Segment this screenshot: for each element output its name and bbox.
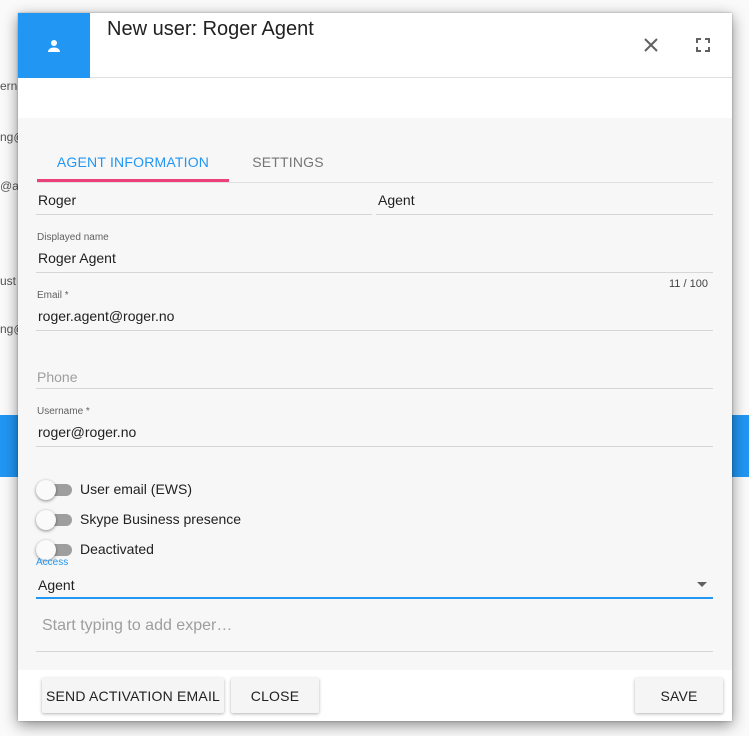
username-label: Username * bbox=[37, 406, 90, 417]
toggle-label: User email (EWS) bbox=[80, 481, 193, 497]
email-field[interactable]: Email * roger.agent@roger.no bbox=[36, 289, 713, 331]
expertise-input[interactable] bbox=[36, 609, 713, 643]
toggle-label: Deactivated bbox=[80, 541, 154, 557]
toggle-knob bbox=[36, 480, 56, 500]
email-value: roger.agent@roger.no bbox=[38, 308, 175, 324]
phone-placeholder: Phone bbox=[37, 369, 78, 385]
expertise-field[interactable] bbox=[36, 609, 713, 652]
phone-field[interactable]: Phone bbox=[36, 365, 713, 389]
tab-settings[interactable]: SETTINGS bbox=[229, 141, 347, 182]
toggle-skype-business-presence[interactable]: Skype Business presence bbox=[36, 509, 336, 531]
username-value: roger@roger.no bbox=[38, 424, 137, 440]
last-name-field[interactable]: Agent bbox=[376, 187, 713, 215]
send-activation-email-button[interactable]: SEND ACTIVATION EMAIL bbox=[42, 678, 224, 713]
dialog-footer: SEND ACTIVATION EMAIL CLOSE SAVE bbox=[18, 670, 732, 721]
displayed-name-value: Roger Agent bbox=[38, 250, 116, 266]
background-fragment: @a bbox=[0, 179, 19, 193]
save-button[interactable]: SAVE bbox=[635, 678, 723, 713]
person-icon bbox=[48, 39, 60, 52]
access-value: Agent bbox=[38, 577, 75, 593]
toggle-knob bbox=[36, 510, 56, 530]
chevron-down-icon bbox=[697, 582, 707, 587]
first-name-field[interactable]: Roger bbox=[36, 187, 372, 215]
toggle-label: Skype Business presence bbox=[80, 511, 242, 527]
username-field[interactable]: Username * roger@roger.no bbox=[36, 405, 713, 447]
close-icon[interactable] bbox=[637, 31, 665, 59]
toggle-deactivated[interactable]: Deactivated bbox=[36, 539, 336, 561]
new-user-dialog: New user: Roger Agent AGENT INFORMATION … bbox=[18, 13, 732, 721]
email-label: Email * bbox=[37, 290, 69, 301]
tab-bar: AGENT INFORMATION SETTINGS bbox=[37, 141, 713, 183]
tab-indicator bbox=[37, 179, 229, 182]
avatar bbox=[18, 13, 90, 78]
dialog-header: New user: Roger Agent bbox=[18, 13, 732, 78]
dialog-title: New user: Roger Agent bbox=[107, 18, 314, 40]
access-select[interactable]: Agent bbox=[36, 573, 713, 599]
close-button[interactable]: CLOSE bbox=[231, 678, 319, 713]
background-fragment: ust bbox=[0, 274, 17, 288]
displayed-name-label: Displayed name bbox=[37, 232, 109, 243]
header-spacer bbox=[18, 78, 732, 118]
access-label: Access bbox=[36, 557, 69, 568]
toggle-user-email-ews[interactable]: User email (EWS) bbox=[36, 479, 336, 501]
fullscreen-icon[interactable] bbox=[689, 31, 717, 59]
first-name-value: Roger bbox=[38, 192, 77, 208]
tab-agent-information[interactable]: AGENT INFORMATION bbox=[37, 141, 229, 182]
displayed-name-field[interactable]: Displayed name Roger Agent bbox=[36, 231, 713, 273]
last-name-value: Agent bbox=[378, 192, 415, 208]
